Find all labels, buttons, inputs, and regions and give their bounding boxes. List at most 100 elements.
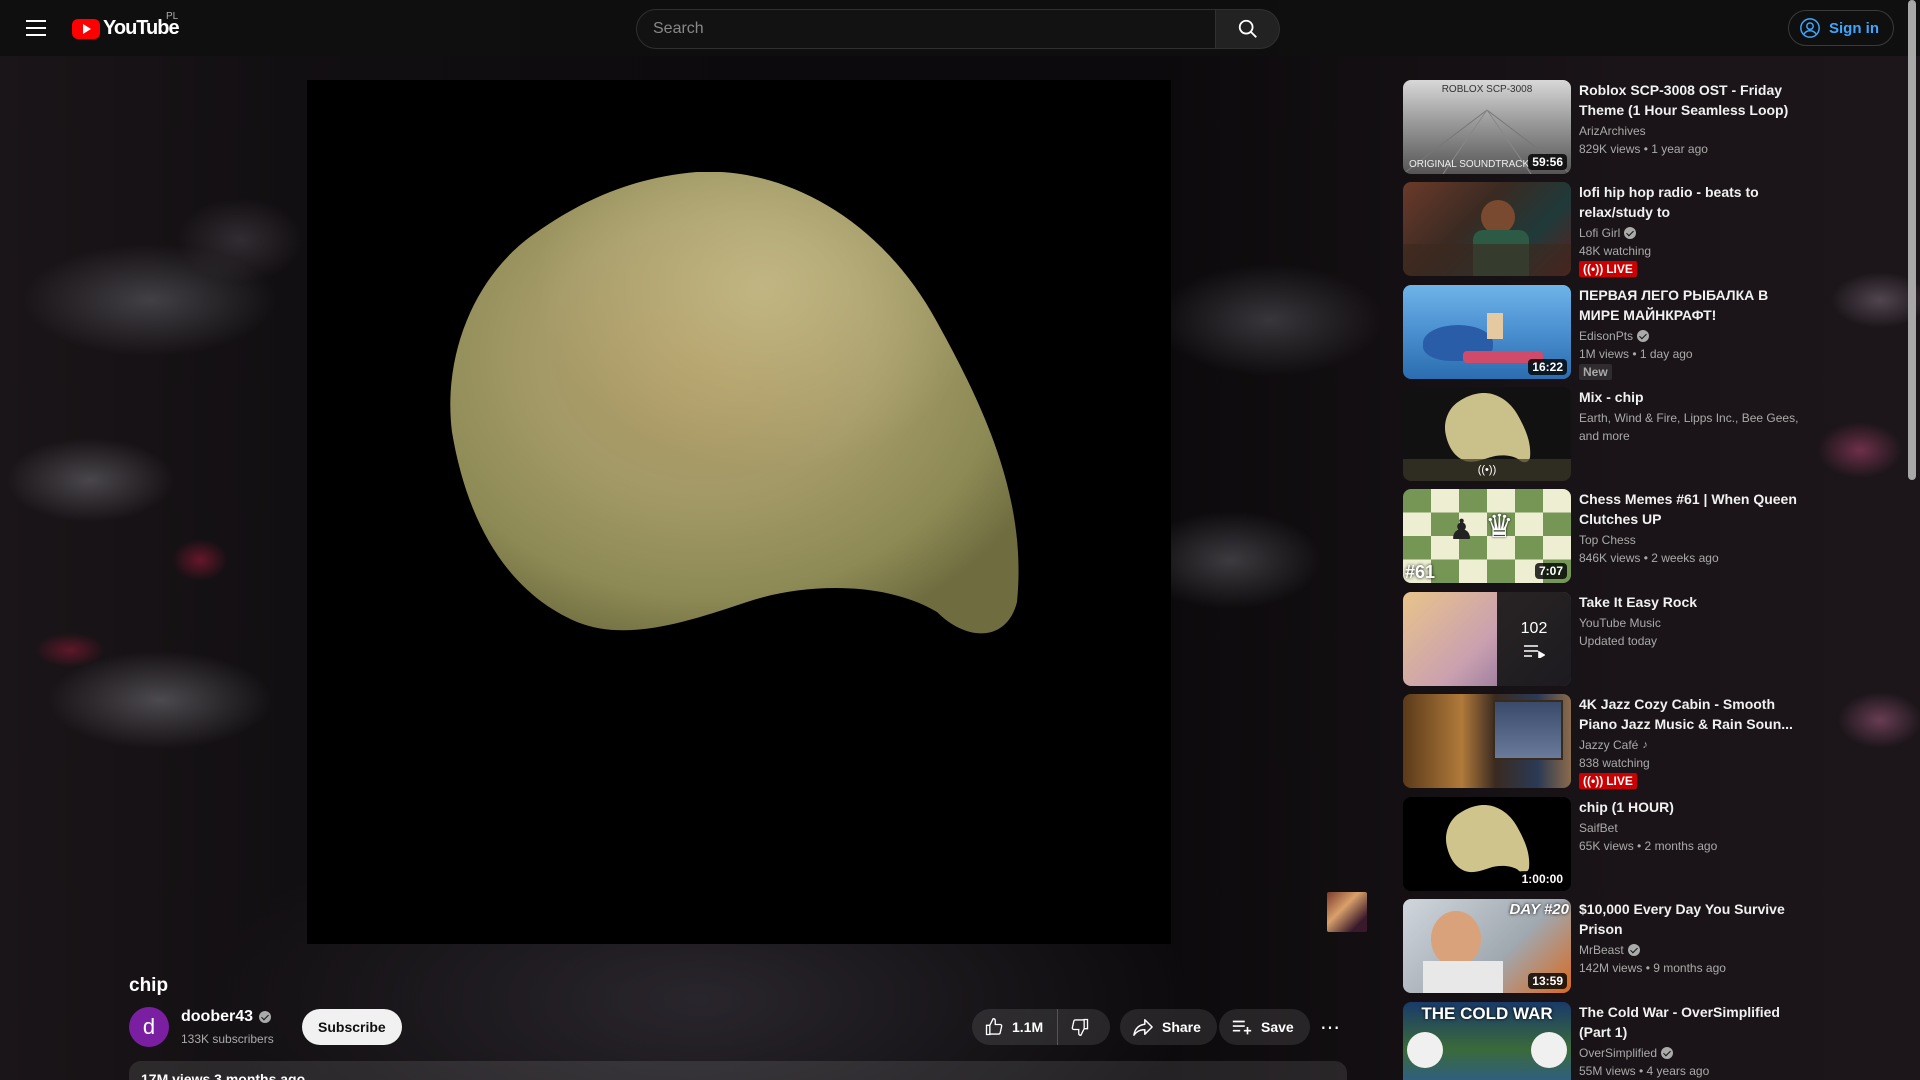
channel-avatar[interactable]: d <box>129 1007 169 1047</box>
share-button[interactable]: Share <box>1120 1009 1217 1045</box>
live-badge: ((•)) LIVE <box>1579 261 1637 277</box>
like-button[interactable]: 1.1M <box>972 1009 1059 1045</box>
verified-icon <box>1624 227 1637 239</box>
masthead: YouTube PL Sign in <box>0 0 1920 56</box>
youtube-play-icon <box>72 18 100 39</box>
recommendation-channel: MrBeast <box>1579 943 1624 957</box>
like-dislike-group: 1.1M <box>972 1009 1110 1045</box>
thumbnail-caption-bottom: ORIGINAL SOUNDTRACK <box>1409 159 1530 170</box>
recommendation-channel: Lofi Girl <box>1579 226 1621 240</box>
dislike-button[interactable] <box>1058 1009 1102 1045</box>
sign-in-button[interactable]: Sign in <box>1788 10 1894 46</box>
duration-badge: 59:56 <box>1528 154 1567 170</box>
live-icon: ((•)) <box>1583 774 1604 788</box>
recommendation-channel: Jazzy Café <box>1579 738 1639 752</box>
recommendation-channel-row: MrBeast <box>1579 941 1805 959</box>
page-scrollbar[interactable] <box>1908 0 1916 480</box>
new-badge: New <box>1579 364 1612 380</box>
description-box[interactable]: 17M views 3 months ago <box>129 1061 1347 1080</box>
recommendation-channel-row: Lofi Girl <box>1579 224 1805 242</box>
thumbnail-caption: DAY #20 <box>1509 901 1569 918</box>
recommendation-channel: ArizArchives <box>1579 124 1646 138</box>
more-actions-icon[interactable]: ⋯ <box>1312 1009 1348 1045</box>
recommendation-title: Mix - chip <box>1579 389 1644 405</box>
video-thumbnail: 16:22 <box>1403 285 1571 379</box>
recommendation-item[interactable]: DAY #20 13:59 $10,000 Every Day You Surv… <box>1403 899 1805 993</box>
recommendation-title: The Cold War - OverSimplified (Part 1) <box>1579 1004 1780 1040</box>
video-thumbnail <box>1403 182 1571 276</box>
recommendation-meta: 55M views • 4 years ago <box>1579 1064 1710 1078</box>
recommendation-channel: YouTube Music <box>1579 616 1661 630</box>
subscribe-button[interactable]: Subscribe <box>302 1009 402 1045</box>
search-button[interactable] <box>1216 9 1280 49</box>
video-player[interactable] <box>307 80 1171 944</box>
video-thumbnail: ROBLOX SCP-3008 ORIGINAL SOUNDTRACK 59:5… <box>1403 80 1571 174</box>
video-thumbnail: DAY #20 13:59 <box>1403 899 1571 993</box>
recommendation-item[interactable]: 16:22 ПЕРВАЯ ЛЕГО РЫБАЛКА В МИРЕ МАЙНКРА… <box>1403 285 1805 380</box>
duration-badge: 13:59 <box>1528 973 1567 989</box>
recommendation-meta: 838 watching <box>1579 756 1650 770</box>
mix-thumbnail: ((•)) <box>1403 387 1571 481</box>
channel-name-text: doober43 <box>181 1008 254 1025</box>
mix-radio-icon: ((•)) <box>1477 464 1497 476</box>
playlist-count-panel: 102 <box>1497 592 1571 686</box>
verified-icon <box>259 1011 272 1023</box>
recommendation-channel-row: OverSimplified <box>1579 1044 1805 1062</box>
channel-name[interactable]: doober43 <box>181 1008 272 1026</box>
duration-badge: 7:07 <box>1534 563 1567 579</box>
recommendation-item[interactable]: 4K Jazz Cozy Cabin - Smooth Piano Jazz M… <box>1403 694 1805 789</box>
search-input[interactable] <box>636 9 1216 49</box>
like-count: 1.1M <box>1012 1019 1044 1035</box>
recommendation-title: Roblox SCP-3008 OST - Friday Theme (1 Ho… <box>1579 82 1789 118</box>
save-button[interactable]: Save <box>1219 1009 1310 1045</box>
thumbnail-caption: THE COLD WAR <box>1421 1004 1553 1023</box>
thumbs-up-icon <box>985 1017 1003 1036</box>
thumbnail-caption: #61 <box>1405 562 1436 582</box>
account-icon <box>1800 18 1820 38</box>
youtube-logo[interactable]: YouTube PL <box>72 11 180 40</box>
recommendation-item[interactable]: 102 Take It Easy Rock YouTube Music Upda… <box>1403 592 1805 686</box>
save-label: Save <box>1261 1019 1294 1035</box>
recommendation-item[interactable]: lofi hip hop radio - beats to relax/stud… <box>1403 182 1805 277</box>
recommendation-channel: EdisonPts <box>1579 329 1634 343</box>
chess-queen-icon: ♛ <box>1485 508 1514 544</box>
video-thumbnail: THE COLD WAR <box>1403 1002 1571 1080</box>
duration-badge: 1:00:00 <box>1517 871 1567 887</box>
end-screen-thumbnail[interactable] <box>1327 892 1367 932</box>
recommendation-meta: 846K views • 2 weeks ago <box>1579 551 1719 565</box>
recommendation-title: 4K Jazz Cozy Cabin - Smooth Piano Jazz M… <box>1579 696 1793 732</box>
video-thumbnail: ♟ ♛ #61 7:07 <box>1403 489 1571 583</box>
recommendation-item[interactable]: THE COLD WAR The Cold War - OverSimplifi… <box>1403 1002 1805 1080</box>
chess-pawn-icon: ♟ <box>1449 514 1475 545</box>
verified-icon <box>1637 330 1650 342</box>
share-icon <box>1133 1019 1153 1036</box>
recommendation-channel: OverSimplified <box>1579 1046 1658 1060</box>
potato-chip-image <box>450 172 1019 634</box>
verified-icon <box>1661 1047 1674 1059</box>
recommendation-meta: 1M views • 1 day ago <box>1579 347 1693 361</box>
playlist-icon <box>1524 645 1545 658</box>
recommendation-meta: 142M views • 9 months ago <box>1579 961 1726 975</box>
recommendation-item[interactable]: 1:00:00 chip (1 HOUR) SaifBet 65K views … <box>1403 797 1805 891</box>
recommendation-channel-row: EdisonPts <box>1579 327 1805 345</box>
recommendation-item[interactable]: ♟ ♛ #61 7:07 Chess Memes #61 | When Quee… <box>1403 489 1805 583</box>
mix-overlay: ((•)) <box>1403 459 1571 481</box>
live-label: LIVE <box>1606 262 1633 276</box>
search-bar <box>636 9 1280 49</box>
recommendation-title: chip (1 HOUR) <box>1579 799 1674 815</box>
recommendation-item[interactable]: ((•)) Mix - chip Earth, Wind & Fire, Lip… <box>1403 387 1805 481</box>
thumbs-down-icon <box>1071 1018 1089 1037</box>
recommendation-meta: Updated today <box>1579 634 1658 648</box>
recommendation-title: $10,000 Every Day You Survive Prison <box>1579 901 1785 937</box>
share-label: Share <box>1162 1019 1201 1035</box>
video-title: chip <box>129 975 169 996</box>
menu-icon[interactable] <box>20 12 52 44</box>
live-badge: ((•)) LIVE <box>1579 773 1637 789</box>
verified-icon <box>1627 944 1640 956</box>
recommendation-channel: SaifBet <box>1579 821 1618 835</box>
music-note-icon: ♪ <box>1642 739 1648 751</box>
video-thumbnail <box>1403 694 1571 788</box>
recommendation-title: lofi hip hop radio - beats to relax/stud… <box>1579 184 1759 220</box>
playlist-count: 102 <box>1520 620 1548 637</box>
recommendation-item[interactable]: ROBLOX SCP-3008 ORIGINAL SOUNDTRACK 59:5… <box>1403 80 1805 174</box>
